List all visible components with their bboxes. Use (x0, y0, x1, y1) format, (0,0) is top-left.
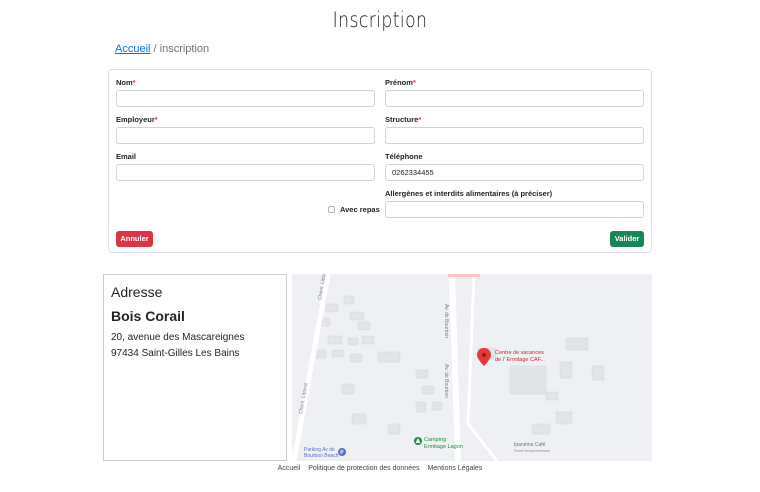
pin-label-1: Centre de vacances (495, 350, 544, 356)
prenom-field[interactable] (385, 90, 644, 107)
cancel-button[interactable]: Annuler (116, 231, 153, 247)
avec-repas-checkbox[interactable] (328, 206, 335, 213)
employeur-field[interactable] (116, 127, 375, 144)
parking-label-2: Bourbon Beach (304, 453, 339, 459)
road-label-2: Av. de Bourbon (443, 304, 449, 338)
allergenes-field[interactable] (385, 201, 644, 218)
footer-link-legal[interactable]: Mentions Légales (427, 465, 482, 472)
structure-field[interactable] (385, 127, 644, 144)
parking-icon: P (338, 448, 346, 456)
footer-link-accueil[interactable]: Accueil (278, 465, 301, 472)
address-line-1: 20, avenue des Mascareignes (111, 332, 245, 343)
employeur-label: Employeur* (116, 115, 158, 124)
road-label-3: Av. de Bourbon (443, 364, 449, 398)
telephone-label: Téléphone (385, 152, 423, 161)
nom-field[interactable] (116, 90, 375, 107)
avec-repas-option[interactable]: Avec repas (328, 205, 380, 214)
location-map[interactable]: Chem. Littoral Av. de Bourbon Av. de Bou… (292, 274, 652, 461)
cafe-label-2: Fermé temporairement (514, 449, 550, 453)
pin-label-2: de l' Ermitage CAF... (495, 357, 545, 363)
cafe-label-1: Ipanéma Café (514, 442, 546, 448)
footer-link-privacy[interactable]: Politique de protection des données (308, 465, 419, 472)
address-heading: Adresse (111, 284, 163, 300)
breadcrumb-current: inscription (159, 43, 210, 55)
footer: Accueil Politique de protection des donn… (0, 465, 760, 472)
submit-button[interactable]: Valider (610, 231, 644, 247)
nom-label: Nom* (116, 78, 136, 87)
camping-label-2: Ermitage Lagon (424, 444, 463, 450)
prenom-label: Prénom* (385, 78, 416, 87)
breadcrumb-separator: / (150, 43, 160, 55)
camping-icon (414, 437, 422, 445)
address-name: Bois Corail (111, 308, 185, 324)
allergenes-label: Allergènes et interdits alimentaires (à … (385, 189, 553, 198)
map-canvas[interactable]: Chem. Littoral Av. de Bourbon Av. de Bou… (292, 274, 652, 461)
map-top-marker (448, 274, 480, 277)
page-title: Inscription (332, 8, 428, 32)
telephone-field[interactable] (385, 164, 644, 181)
address-line-2: 97434 Saint-Gilles Les Bains (111, 348, 240, 359)
email-label: Email (116, 152, 137, 161)
breadcrumb: Accueil / inscription (115, 43, 209, 55)
avec-repas-label: Avec repas (340, 205, 380, 214)
address-card: Adresse Bois Corail 20, avenue des Masca… (103, 274, 287, 461)
email-field[interactable] (116, 164, 375, 181)
camping-label-1: Camping (424, 437, 446, 443)
structure-label: Structure* (385, 115, 422, 124)
breadcrumb-home-link[interactable]: Accueil (115, 43, 150, 55)
